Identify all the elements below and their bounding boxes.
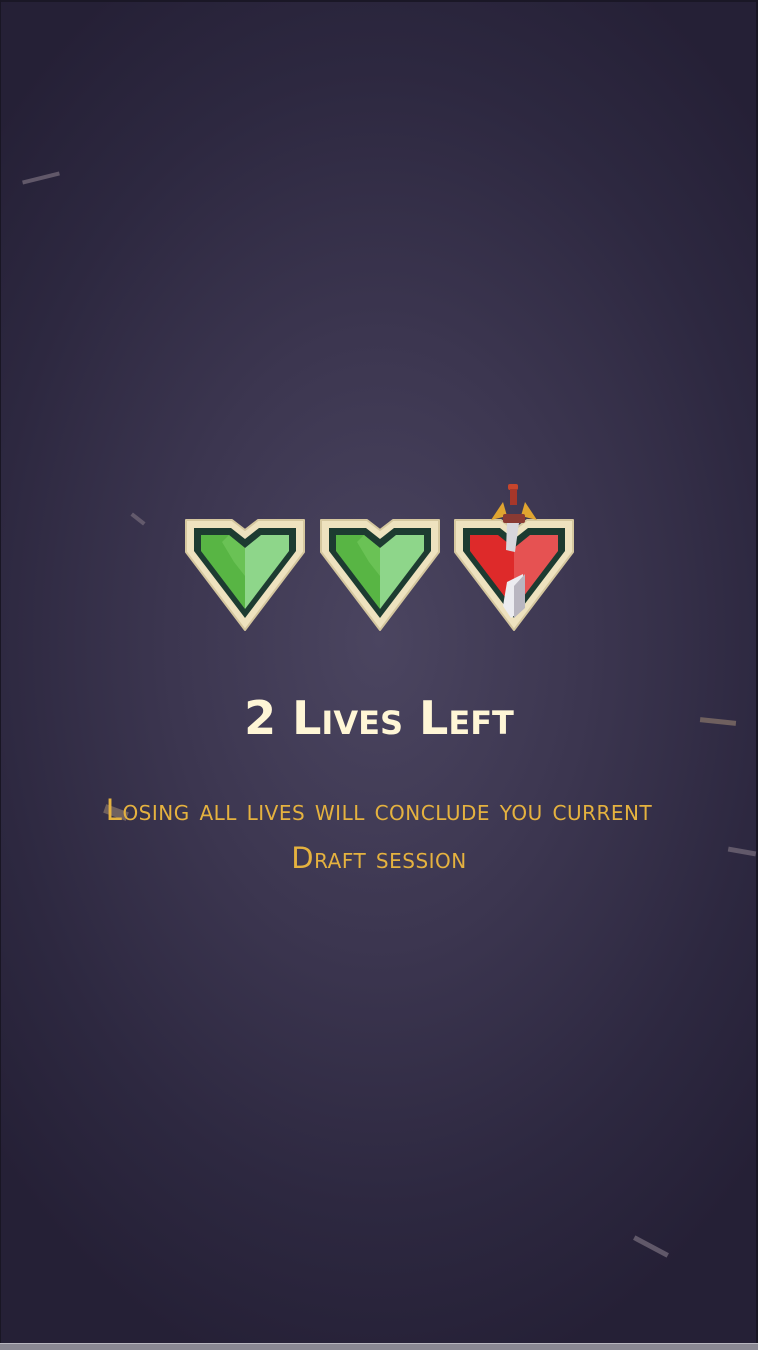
- falling-leaf: [633, 1235, 669, 1258]
- top-edge: [0, 0, 758, 2]
- falling-leaf: [22, 171, 60, 185]
- green-heart-icon: [320, 519, 440, 631]
- green-heart-icon: [185, 519, 305, 631]
- falling-leaf: [727, 846, 757, 857]
- lives-screen: 2 Lives Left Losing all lives will concl…: [0, 0, 758, 1350]
- lives-left-title: 2 Lives Left: [244, 691, 514, 745]
- left-edge: [0, 0, 1, 1350]
- life-heart-2: [317, 516, 443, 676]
- life-heart-3: [451, 480, 577, 640]
- broken-heart-sword-icon: [454, 484, 574, 631]
- bottom-edge: [0, 1343, 758, 1350]
- lives-warning-text: Losing all lives will conclude you curre…: [105, 793, 653, 875]
- life-heart-1: [182, 516, 308, 676]
- lives-indicator: [180, 480, 580, 640]
- falling-leaf: [130, 512, 146, 526]
